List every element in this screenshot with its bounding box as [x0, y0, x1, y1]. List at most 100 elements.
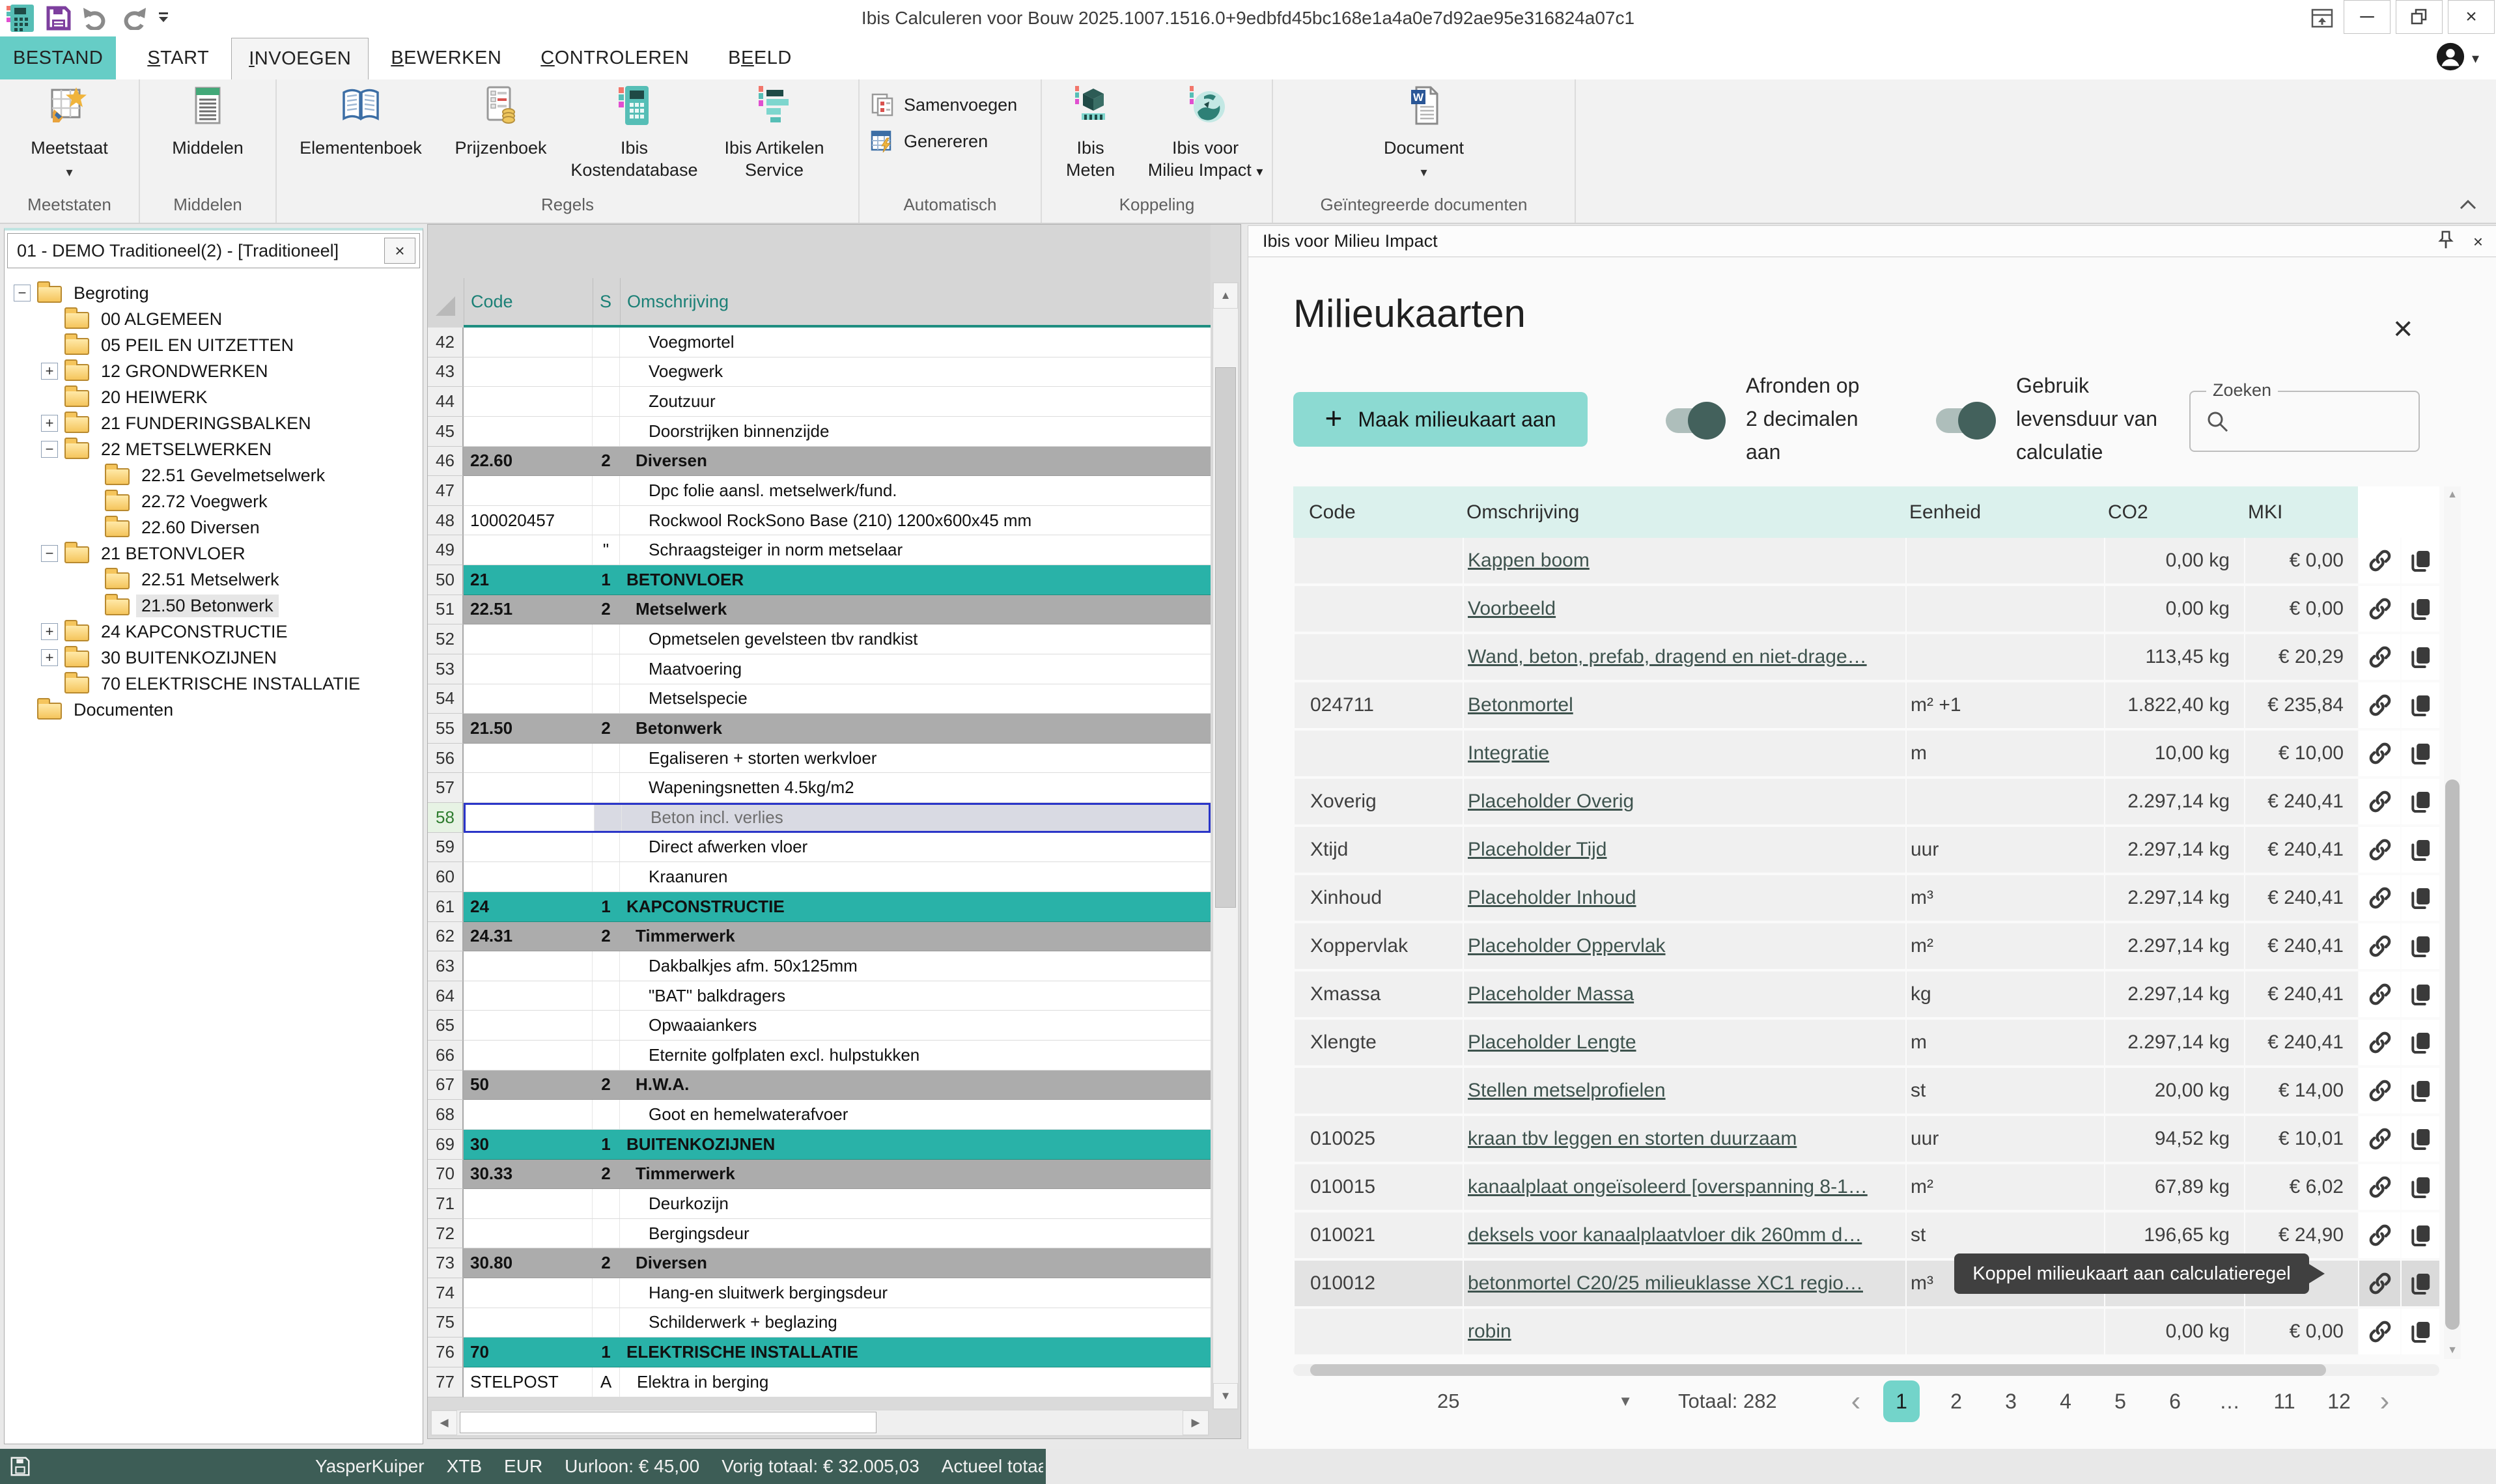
- milieukaart-row[interactable]: 024711Betonmortelm² +11.822,40 kg€ 235,8…: [1293, 682, 2439, 728]
- scroll-left-icon[interactable]: ◀: [431, 1410, 457, 1435]
- scroll-up-icon[interactable]: ▲: [2444, 489, 2461, 501]
- panel-horizontal-scrollbar[interactable]: [1293, 1364, 2439, 1376]
- milieukaart-link[interactable]: Integratie: [1468, 742, 1549, 764]
- grid-row-46[interactable]: 4622.602Diversen: [428, 447, 1211, 477]
- tree-collapse-icon[interactable]: −: [14, 285, 31, 301]
- ribbon-display-options-icon[interactable]: [2306, 5, 2338, 31]
- tree-item-20-heiwerk[interactable]: 20 HEIWERK: [5, 384, 423, 410]
- genereren-button[interactable]: Genereren: [870, 129, 1041, 154]
- grid-vertical-scrollbar[interactable]: ▲ ▼: [1213, 282, 1239, 1410]
- tree-item-22-51-metselwerk[interactable]: 22.51 Metselwerk: [5, 567, 423, 593]
- milieukaart-link[interactable]: Placeholder Lengte: [1468, 1031, 1636, 1054]
- milieukaart-link[interactable]: Voorbeeld: [1468, 598, 1556, 620]
- grid-row-62[interactable]: 6224.312Timmerwerk: [428, 922, 1211, 952]
- link-icon[interactable]: [2366, 692, 2394, 719]
- link-icon[interactable]: [2366, 547, 2394, 574]
- scroll-up-icon[interactable]: ▲: [1213, 283, 1238, 309]
- tree-item-24-kapconstructie[interactable]: +24 KAPCONSTRUCTIE: [5, 619, 423, 645]
- grid-row-77[interactable]: 77STELPOSTAElektra in berging: [428, 1367, 1211, 1397]
- link-icon[interactable]: [2366, 1125, 2394, 1153]
- scroll-right-icon[interactable]: ▶: [1183, 1410, 1209, 1435]
- grid-row-60[interactable]: 60Kraanuren: [428, 862, 1211, 892]
- link-icon[interactable]: [2366, 1029, 2394, 1056]
- grid-row-49[interactable]: 49"Schraagsteiger in norm metselaar: [428, 535, 1211, 565]
- copy-icon[interactable]: [2407, 548, 2433, 574]
- grid-select-all-corner[interactable]: [428, 278, 464, 325]
- milieukaart-link[interactable]: Wand, beton, prefab, dragend en niet-dra…: [1468, 646, 1867, 668]
- grid-row-45[interactable]: 45Doorstrijken binnenzijde: [428, 417, 1211, 447]
- toggle-afronden[interactable]: [1666, 408, 1723, 433]
- tree-item-22-51-gevelmetselwerk[interactable]: 22.51 Gevelmetselwerk: [5, 462, 423, 488]
- milieukaart-link[interactable]: robin: [1468, 1321, 1511, 1343]
- milieukaart-row[interactable]: Kappen boom0,00 kg€ 0,00: [1293, 538, 2439, 583]
- grid-row-61[interactable]: 61241KAPCONSTRUCTIE: [428, 892, 1211, 922]
- grid-row-56[interactable]: 56Egaliseren + storten werkvloer: [428, 744, 1211, 774]
- grid-row-59[interactable]: 59Direct afwerken vloer: [428, 833, 1211, 863]
- grid-row-57[interactable]: 57Wapeningsnetten 4.5kg/m2: [428, 773, 1211, 803]
- grid-row-72[interactable]: 72Bergingsdeur: [428, 1219, 1211, 1249]
- copy-icon[interactable]: [2407, 596, 2433, 622]
- milieukaart-link[interactable]: Kappen boom: [1468, 550, 1590, 572]
- grid-row-53[interactable]: 53Maatvoering: [428, 654, 1211, 684]
- milieukaart-row[interactable]: XlengtePlaceholder Lengtem2.297,14 kg€ 2…: [1293, 1020, 2439, 1065]
- grid-row-44[interactable]: 44Zoutzuur: [428, 387, 1211, 417]
- link-icon[interactable]: [2366, 836, 2394, 863]
- status-save-icon[interactable]: [9, 1455, 31, 1477]
- panel-vscroll-thumb[interactable]: [2445, 779, 2460, 1330]
- milieukaart-row[interactable]: Wand, beton, prefab, dragend en niet-dra…: [1293, 634, 2439, 680]
- toggle-levensduur[interactable]: [1936, 408, 1993, 433]
- grid-row-66[interactable]: 66Eternite golfplaten excl. hulpstukken: [428, 1041, 1211, 1071]
- milieukaart-row[interactable]: robin0,00 kg€ 0,00: [1293, 1309, 2439, 1354]
- grid-row-54[interactable]: 54Metselspecie: [428, 684, 1211, 714]
- page-ellipsis[interactable]: …: [2202, 1390, 2257, 1414]
- milieukaart-link[interactable]: Stellen metselprofielen: [1468, 1080, 1666, 1102]
- restore-button[interactable]: [2396, 0, 2443, 34]
- tree-item-70-elektrische-installatie[interactable]: 70 ELEKTRISCHE INSTALLATIE: [5, 671, 423, 697]
- panel-vertical-scrollbar[interactable]: ▲ ▼: [2444, 486, 2461, 1359]
- collapse-ribbon-icon[interactable]: [2458, 199, 2478, 214]
- tab-beeld[interactable]: BEELD: [711, 36, 809, 79]
- page-next[interactable]: ›: [2366, 1388, 2403, 1414]
- milieukaart-link[interactable]: deksels voor kanaalplaatvloer dik 260mm …: [1468, 1224, 1862, 1246]
- pin-icon[interactable]: [2437, 230, 2455, 254]
- grid-row-69[interactable]: 69301BUITENKOZIJNEN: [428, 1130, 1211, 1160]
- tree-item-00-algemeen[interactable]: 00 ALGEMEEN: [5, 306, 423, 332]
- link-icon[interactable]: [2366, 1077, 2394, 1104]
- page-number[interactable]: 6: [2148, 1390, 2202, 1414]
- link-icon[interactable]: [2366, 1173, 2394, 1201]
- grid-row-70[interactable]: 7030.332Timmerwerk: [428, 1160, 1211, 1190]
- tab-controleren[interactable]: CONTROLEREN: [524, 36, 706, 79]
- grid-row-63[interactable]: 63Dakbalkjes afm. 50x125mm: [428, 951, 1211, 981]
- grid-column-s[interactable]: S: [593, 278, 620, 325]
- milieukaart-link[interactable]: Placeholder Overig: [1468, 791, 1634, 813]
- tab-bestand[interactable]: BESTAND: [0, 36, 116, 79]
- milieukaart-link[interactable]: kraan tbv leggen en storten duurzaam: [1468, 1128, 1797, 1150]
- close-button[interactable]: ×: [2448, 0, 2495, 34]
- milieukaart-row[interactable]: 010015kanaalplaat ongeïsoleerd [overspan…: [1293, 1164, 2439, 1210]
- qat-customize-caret[interactable]: [158, 11, 171, 25]
- milieukaart-row[interactable]: 010021deksels voor kanaalplaatvloer dik …: [1293, 1212, 2439, 1258]
- milieukaart-row[interactable]: 010025kraan tbv leggen en storten duurza…: [1293, 1116, 2439, 1162]
- panel-close-icon[interactable]: ×: [2473, 232, 2483, 252]
- grid-row-75[interactable]: 75Schilderwerk + beglazing: [428, 1308, 1211, 1338]
- tree-item-documenten[interactable]: Documenten: [5, 697, 423, 723]
- grid-column-code[interactable]: Code: [464, 278, 593, 325]
- account-button[interactable]: ▾: [2435, 42, 2479, 75]
- grid-row-47[interactable]: 47Dpc folie aansl. metselwerk/fund.: [428, 476, 1211, 506]
- copy-icon[interactable]: [2407, 1222, 2433, 1248]
- tree-expand-icon[interactable]: +: [41, 649, 58, 666]
- copy-icon[interactable]: [2407, 1174, 2433, 1200]
- link-icon[interactable]: [2366, 788, 2394, 815]
- milieukaart-link[interactable]: betonmortel C20/25 milieuklasse XC1 regi…: [1468, 1272, 1863, 1295]
- link-icon[interactable]: [2366, 595, 2394, 623]
- grid-row-48[interactable]: 48100020457Rockwool RockSono Base (210) …: [428, 506, 1211, 536]
- copy-icon[interactable]: [2407, 692, 2433, 718]
- grid-row-42[interactable]: 42Voegmortel: [428, 328, 1211, 357]
- tree-item-12-grondwerken[interactable]: +12 GRONDWERKEN: [5, 358, 423, 384]
- redo-button[interactable]: [120, 7, 147, 30]
- page-number[interactable]: 2: [1929, 1390, 1984, 1414]
- milieukaart-row[interactable]: XinhoudPlaceholder Inhoudm³2.297,14 kg€ …: [1293, 875, 2439, 921]
- tree-collapse-icon[interactable]: −: [41, 441, 58, 458]
- copy-icon[interactable]: [2407, 1078, 2433, 1104]
- page-number[interactable]: 11: [2257, 1390, 2312, 1414]
